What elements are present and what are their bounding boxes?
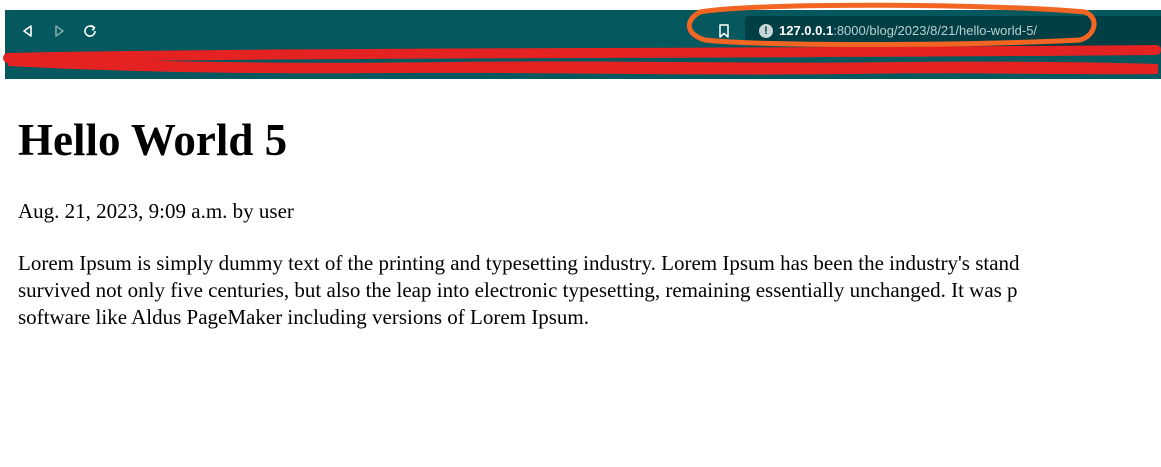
- post-body-line: survived not only five centuries, but al…: [18, 278, 1018, 302]
- post-content: Hello World 5 Aug. 21, 2023, 9:09 a.m. b…: [18, 110, 1161, 331]
- bookmark-button[interactable]: [713, 20, 735, 42]
- browser-toolbar: ! 127.0.0.1:8000/blog/2023/8/21/hello-wo…: [5, 10, 1161, 79]
- address-bar[interactable]: ! 127.0.0.1:8000/blog/2023/8/21/hello-wo…: [745, 16, 1161, 46]
- url-host: 127.0.0.1: [779, 23, 834, 38]
- refresh-icon: [84, 24, 96, 37]
- post-body-line: Lorem Ipsum is simply dummy text of the …: [18, 251, 1020, 275]
- back-arrow-icon: [23, 25, 32, 37]
- post-title: Hello World 5: [18, 115, 288, 165]
- url-text: 127.0.0.1:8000/blog/2023/8/21/hello-worl…: [779, 22, 1037, 40]
- forward-button[interactable]: [48, 20, 70, 42]
- back-button[interactable]: [17, 20, 39, 42]
- forward-arrow-icon: [55, 25, 64, 37]
- refresh-button[interactable]: [79, 20, 101, 42]
- url-path: :8000/blog/2023/8/21/hello-world-5/: [833, 23, 1038, 38]
- info-icon[interactable]: !: [759, 24, 773, 38]
- bookmark-icon: [719, 24, 729, 38]
- post-meta: Aug. 21, 2023, 9:09 a.m. by user: [18, 199, 294, 223]
- post-body-line: software like Aldus PageMaker including …: [18, 305, 589, 329]
- post-body: Lorem Ipsum is simply dummy text of the …: [18, 250, 1161, 331]
